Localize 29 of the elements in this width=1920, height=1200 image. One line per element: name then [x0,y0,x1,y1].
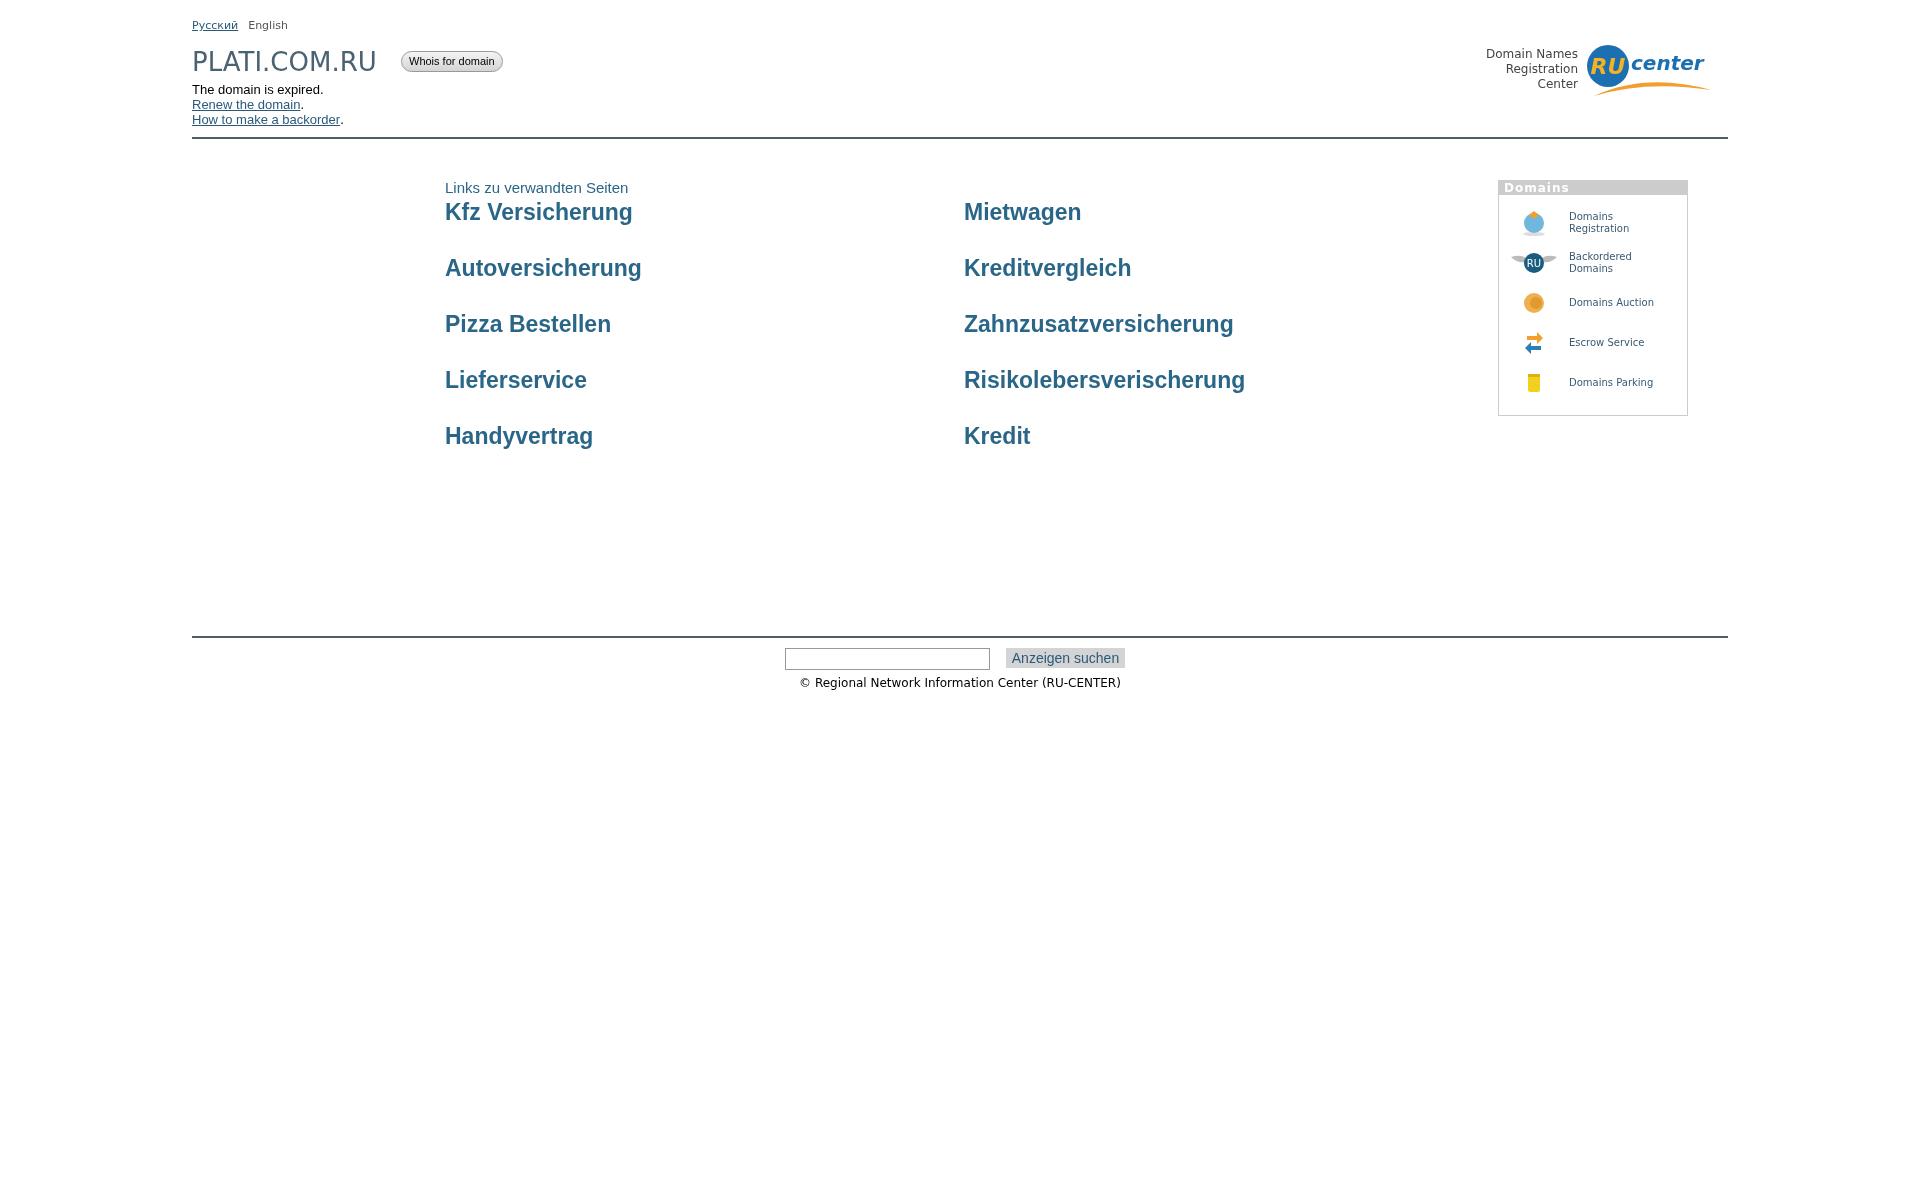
period-text: . [340,111,344,127]
search-button[interactable]: Anzeigen suchen [1005,647,1126,668]
related-link[interactable]: Kfz Versicherung [445,198,633,226]
status-text: The domain is expired. [192,81,325,97]
panel-link[interactable]: Domains Registration [1569,210,1669,235]
panel-link[interactable]: Domains Auction [1569,296,1669,309]
period-text: . [300,96,305,112]
related-link[interactable]: Lieferservice [445,366,587,394]
copyright-text: © Regional Network Information Center (RU-CENTER) [799,674,1121,692]
search-field[interactable] [784,647,990,670]
related-link[interactable]: Zahnzusatzversicherung [964,310,1234,338]
related-link[interactable]: Handyvertrag [445,422,594,450]
domain-title: PLATI.COM.RU [192,48,378,75]
whois-button[interactable]: Whois for domain [401,51,503,72]
panel-link[interactable]: Backordered Domains [1569,250,1669,275]
ru-center-logo: RU center [1586,42,1726,98]
panel-link[interactable]: Domains Parking [1569,376,1669,389]
panel-link[interactable]: Escrow Service [1569,336,1669,349]
related-link[interactable]: Autoversicherung [445,254,642,282]
related-link[interactable]: Mietwagen [964,198,1082,226]
related-link[interactable]: Pizza Bestellen [445,310,612,338]
language-link[interactable]: Русский [192,18,239,35]
related-heading: Links zu verwandten Seiten [445,178,630,197]
related-link[interactable]: Risikolebersverischerung [964,366,1246,394]
help-link[interactable]: How to make a backorder [192,111,341,127]
related-link[interactable]: Kredit [964,422,1031,450]
related-link[interactable]: Kreditvergleich [964,254,1132,282]
language-link[interactable]: English [248,18,288,35]
logo-caption: Domain Names Registration Center [1485,47,1578,92]
